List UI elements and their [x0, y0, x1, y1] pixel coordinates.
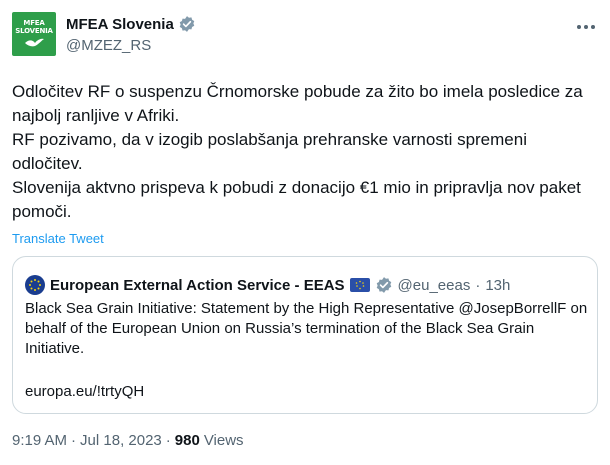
eu-stars-icon [29, 279, 41, 291]
quoted-tweet-card[interactable]: European External Action Service - EEAS … [12, 256, 598, 414]
verified-badge-icon [376, 277, 391, 293]
tweet-date[interactable]: Jul 18, 2023 [80, 432, 162, 449]
eu-flag-icon [349, 278, 370, 292]
translate-tweet-link[interactable]: Translate Tweet [12, 231, 104, 246]
tweet-time[interactable]: 9:19 AM [12, 432, 67, 449]
author-block: MFEA Slovenia @MZEZ_RS [66, 15, 196, 54]
tweet-metadata: 9:19 AM · Jul 18, 2023 · 980 Views [12, 432, 244, 449]
quoted-tweet-link[interactable]: europa.eu/!trtyQH [25, 383, 144, 400]
avatar-text-line1: MFEA [23, 19, 45, 27]
more-options-icon[interactable] [574, 20, 598, 34]
views-label: Views [203, 432, 244, 449]
meta-separator: · [71, 432, 77, 449]
quoted-avatar[interactable] [25, 275, 45, 295]
author-handle[interactable]: @MZEZ_RS [66, 37, 196, 54]
quoted-handle: @eu_eeas [397, 276, 471, 294]
verified-badge-icon [179, 16, 195, 32]
avatar-text-line2: SLOVENIA [15, 27, 53, 35]
views-count: 980 [174, 432, 200, 449]
dove-icon [25, 38, 44, 47]
quoted-display-name: European External Action Service - EEAS [50, 276, 345, 294]
quoted-tweet-text: Black Sea Grain Initiative: Statement by… [25, 300, 588, 357]
quoted-separator: · [475, 276, 481, 294]
tweet-paragraph: Odločitev RF o suspenzu Črnomorske pobud… [12, 82, 583, 125]
author-display-name[interactable]: MFEA Slovenia [66, 16, 174, 33]
tweet-paragraph: Slovenija aktvno prispeva k pobudi z don… [12, 178, 581, 221]
quoted-timestamp: 13h [485, 276, 511, 294]
tweet-text: Odločitev RF o suspenzu Črnomorske pobud… [12, 80, 592, 224]
meta-separator: · [165, 432, 171, 449]
quoted-tweet-header: European External Action Service - EEAS … [25, 275, 510, 295]
author-avatar[interactable]: MFEA SLOVENIA [12, 12, 56, 56]
tweet-paragraph: RF pozivamo, da v izogib poslabšanja pre… [12, 130, 527, 173]
